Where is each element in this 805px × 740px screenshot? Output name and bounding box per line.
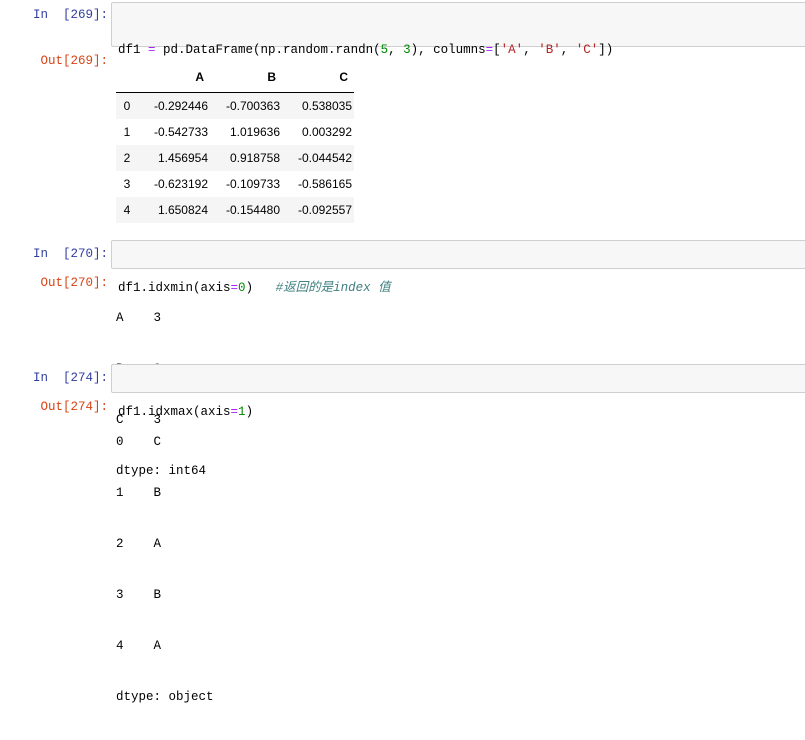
- code-line: df1.idxmax(axis=1): [118, 405, 254, 419]
- row-index: 1: [123, 125, 131, 139]
- output-prompt: Out[270]:: [40, 276, 108, 290]
- table-cell: -0.623192: [153, 177, 208, 191]
- column-header: A: [138, 62, 210, 93]
- table-cell: -0.154480: [225, 203, 280, 217]
- output-line: 3 B: [116, 588, 162, 602]
- input-prompt: In [270]:: [32, 247, 108, 261]
- table-cell: 0.538035: [301, 99, 352, 113]
- input-prompt: In [269]:: [32, 8, 108, 22]
- table-cell: -0.586165: [297, 177, 352, 191]
- code-input-area[interactable]: df1.idxmin(axis=0) #返回的是index 值: [111, 240, 805, 295]
- table-cell: -0.700363: [225, 99, 280, 113]
- output-line: 0 C: [116, 435, 162, 449]
- column-header: B: [210, 62, 282, 93]
- code-input-area[interactable]: df1 = pd.DataFrame(np.random.randn(5, 3)…: [111, 2, 805, 108]
- row-index: 4: [123, 203, 131, 217]
- table-row: 0 -0.292446 -0.700363 0.538035: [116, 92, 354, 119]
- table-cell: 1.650824: [157, 203, 208, 217]
- table-cell: 1.019636: [229, 125, 280, 139]
- table-cell: 0.003292: [301, 125, 352, 139]
- output-prompt: Out[274]:: [40, 400, 108, 414]
- row-index: 2: [123, 151, 131, 165]
- index-header: [116, 62, 138, 93]
- table-cell: -0.044542: [297, 151, 352, 165]
- table-header-row: A B C: [116, 62, 354, 93]
- table-cell: -0.292446: [153, 99, 208, 113]
- code-line: df1 = pd.DataFrame(np.random.randn(5, 3)…: [118, 43, 614, 57]
- code-line: df1.idxmin(axis=0) #返回的是index 值: [118, 281, 391, 295]
- output-line: A 3: [116, 311, 162, 325]
- output-line: 2 A: [116, 537, 162, 551]
- table-row: 2 1.456954 0.918758 -0.044542: [116, 145, 354, 171]
- row-index: 0: [123, 99, 131, 113]
- table-cell: 1.456954: [157, 151, 208, 165]
- output-text: 0 C 1 B 2 A 3 B 4 A dtype: object: [116, 400, 214, 740]
- table-row: 1 -0.542733 1.019636 0.003292: [116, 119, 354, 145]
- code-comment: #返回的是index 值: [275, 281, 391, 295]
- row-index: 3: [123, 177, 131, 191]
- table-cell: 0.918758: [229, 151, 280, 165]
- output-line: dtype: object: [116, 690, 214, 704]
- table-cell: -0.109733: [225, 177, 280, 191]
- table-cell: -0.542733: [153, 125, 208, 139]
- table-row: 4 1.650824 -0.154480 -0.092557: [116, 197, 354, 223]
- table-cell: -0.092557: [297, 203, 352, 217]
- column-header: C: [282, 62, 354, 93]
- table-row: 3 -0.623192 -0.109733 -0.586165: [116, 171, 354, 197]
- output-prompt: Out[269]:: [40, 54, 108, 68]
- code-input-area[interactable]: df1.idxmax(axis=1): [111, 364, 805, 419]
- input-prompt: In [274]:: [32, 371, 108, 385]
- dataframe-table: A B C 0 -0.292446 -0.700363 0.538035 1 -…: [116, 62, 354, 223]
- output-line: 4 A: [116, 639, 162, 653]
